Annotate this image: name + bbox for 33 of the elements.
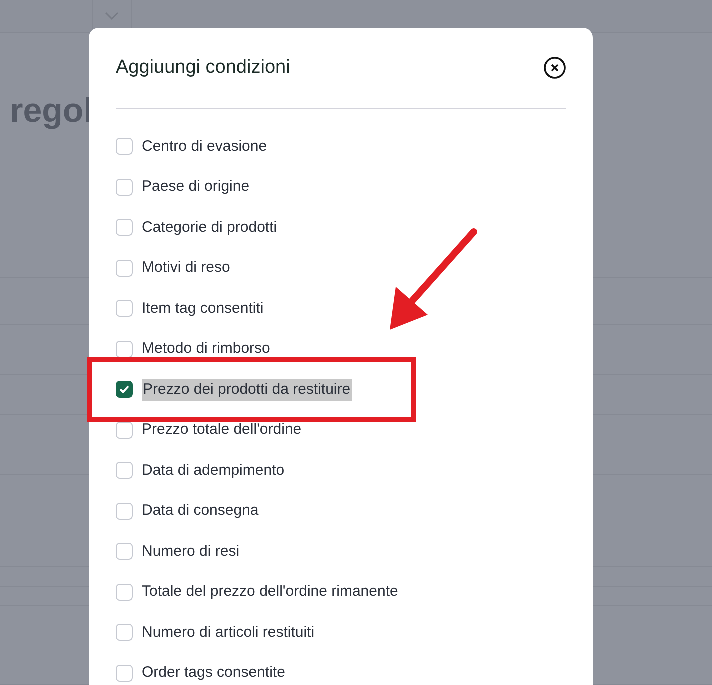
checkbox[interactable] [116, 422, 133, 439]
option-label[interactable]: Categorie di prodotti [142, 216, 278, 239]
option-label[interactable]: Data di adempimento [142, 460, 285, 482]
option-label[interactable]: Item tag consentiti [142, 298, 264, 320]
option-label[interactable]: Totale del prezzo dell'ordine rimanente [142, 581, 398, 604]
option-label[interactable]: Order tags consentite [142, 662, 286, 684]
checkbox[interactable] [116, 138, 133, 156]
checkbox[interactable] [116, 260, 133, 277]
option-label[interactable]: Numero di resi [142, 540, 240, 563]
checkbox[interactable] [116, 381, 133, 398]
checkbox[interactable] [116, 624, 133, 642]
checkbox[interactable] [116, 219, 133, 236]
close-button[interactable] [543, 56, 567, 80]
checkbox[interactable] [116, 178, 133, 196]
checkbox[interactable] [116, 584, 133, 601]
page-heading: regol [10, 91, 94, 132]
option-label[interactable]: Data di consegna [142, 500, 259, 522]
option-label[interactable]: Paese di origine [142, 176, 250, 198]
option-label[interactable]: Motivi di reso [142, 257, 230, 280]
option-label[interactable]: Prezzo dei prodotti da restituire [142, 378, 352, 401]
checkbox[interactable] [116, 300, 133, 318]
option-label[interactable]: Metodo di rimborso [142, 338, 270, 360]
checkbox[interactable] [116, 543, 133, 560]
option-label[interactable]: Prezzo totale dell'ordine [142, 419, 302, 442]
dialog-title: Aggiuungi condizioni [116, 56, 290, 80]
checkbox[interactable] [116, 340, 133, 358]
option-label[interactable]: Centro di evasione [142, 136, 268, 158]
checkmark-icon [119, 385, 130, 394]
option-label[interactable]: Numero di articoli restituiti [142, 622, 315, 644]
checkbox[interactable] [116, 462, 133, 480]
checkbox[interactable] [116, 664, 133, 682]
close-icon [544, 57, 566, 79]
checkbox[interactable] [116, 502, 133, 520]
